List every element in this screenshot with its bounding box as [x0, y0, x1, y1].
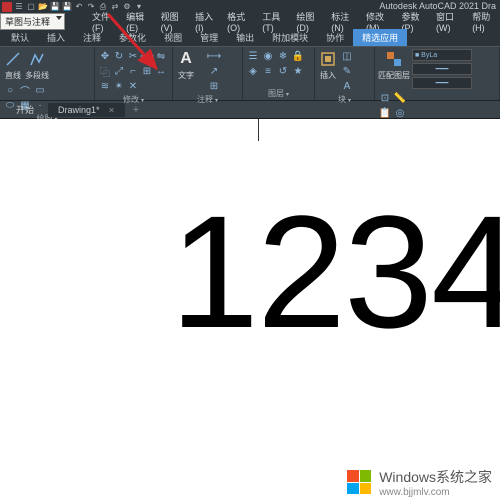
- panel-properties: 匹配图层 ■ ByLa ━━━ ━━━ ⊡ 📏 📋 ◎ 特性▾: [375, 47, 500, 100]
- workspace-label: 草图与注释: [5, 17, 50, 27]
- tab-drawing[interactable]: Drawing1* ✕: [48, 103, 125, 117]
- app-title: Autodesk AutoCAD 2021 Dra: [379, 0, 496, 13]
- layer-match-icon[interactable]: ≡: [261, 64, 275, 78]
- layer-lock-icon[interactable]: 🔒: [291, 49, 305, 63]
- text-icon: A: [176, 49, 196, 69]
- panel-label-block[interactable]: 块▾: [318, 93, 371, 105]
- extend-icon[interactable]: ⟶: [140, 49, 154, 63]
- close-icon[interactable]: ✕: [108, 106, 115, 115]
- new-tab-button[interactable]: +: [129, 104, 143, 116]
- scale-icon[interactable]: ⤢: [112, 64, 126, 78]
- tab-insert[interactable]: 插入: [38, 29, 74, 46]
- windows-logo-icon: [347, 470, 371, 494]
- tab-view[interactable]: 视图: [155, 29, 191, 46]
- color-select[interactable]: ■ ByLa: [412, 49, 472, 61]
- match-props-icon: [384, 49, 404, 69]
- copy-icon[interactable]: ⿻: [98, 64, 112, 78]
- workspace-selector[interactable]: 草图与注释: [0, 13, 65, 30]
- save-icon[interactable]: 💾: [50, 2, 60, 12]
- chevron-down-icon: [56, 16, 62, 20]
- panel-block: 插入 ◫ ✎ A 块▾: [315, 47, 375, 100]
- polyline-icon: [27, 49, 47, 69]
- ribbon: 直线 多段线 ○ ⌒ ▭ ⬭ ▦ · 绘图▾ ✥ ↻ ✂ ⟶ ⇋: [0, 46, 500, 101]
- explode-icon[interactable]: ✴: [112, 79, 126, 93]
- panel-label-annotation[interactable]: 注释▾: [176, 93, 239, 105]
- lineweight-select[interactable]: ━━━: [412, 77, 472, 89]
- dimension-icon[interactable]: ⟼: [198, 49, 230, 63]
- open-icon[interactable]: 📂: [38, 2, 48, 12]
- match-props-button[interactable]: 匹配图层: [378, 49, 410, 81]
- move-icon[interactable]: ✥: [98, 49, 112, 63]
- autocad-logo-icon: [2, 2, 12, 12]
- panel-annotation: A 文字 ⟼ ↗ ⊞ 注释▾: [173, 47, 243, 100]
- circle-icon[interactable]: ○: [3, 83, 17, 97]
- menu-icon[interactable]: ☰: [14, 2, 24, 12]
- panel-label-layers[interactable]: 图层▾: [246, 87, 311, 99]
- layer-state-icon[interactable]: ★: [291, 64, 305, 78]
- panel-layers: ☰ ◉ ❄ 🔒 ◈ ≡ ↺ ★ 图层▾: [243, 47, 315, 100]
- layer-freeze-icon[interactable]: ❄: [276, 49, 290, 63]
- fillet-icon[interactable]: ⌐: [126, 64, 140, 78]
- layer-props-icon[interactable]: ☰: [246, 49, 260, 63]
- saveas-icon[interactable]: 💾: [62, 2, 72, 12]
- arc-icon[interactable]: ⌒: [18, 83, 32, 97]
- watermark-url: www.bjjmlv.com: [379, 487, 492, 498]
- panel-modify: ✥ ↻ ✂ ⟶ ⇋ ⿻ ⤢ ⌐ ⊞ ↔ ≋ ✴ ✕ 修改▾: [95, 47, 173, 100]
- layer-off-icon[interactable]: ◉: [261, 49, 275, 63]
- tab-featured[interactable]: 精选应用: [353, 29, 407, 46]
- new-icon[interactable]: ▢: [26, 2, 36, 12]
- tab-output[interactable]: 输出: [227, 29, 263, 46]
- paste-icon[interactable]: 📋: [378, 106, 392, 120]
- erase-icon[interactable]: ✕: [126, 79, 140, 93]
- watermark-brand: Windows系统之家: [379, 467, 492, 487]
- linetype-select[interactable]: ━━━: [412, 63, 472, 75]
- array-icon[interactable]: ⊞: [140, 64, 154, 78]
- block-insert-icon: [318, 49, 338, 69]
- canvas-text-content: 1234: [170, 180, 500, 364]
- menu-bar: 文件(F) 编辑(E) 视图(V) 插入(I) 格式(O) 工具(T) 绘图(D…: [0, 13, 500, 29]
- tab-addins[interactable]: 附加模块: [263, 29, 317, 46]
- panel-draw: 直线 多段线 ○ ⌒ ▭ ⬭ ▦ · 绘图▾: [0, 47, 95, 100]
- tab-start[interactable]: 开始: [6, 101, 44, 118]
- line-icon: [3, 49, 23, 69]
- block-edit-icon[interactable]: ✎: [340, 64, 354, 78]
- leader-icon[interactable]: ↗: [198, 64, 230, 78]
- tab-default[interactable]: 默认: [2, 29, 38, 46]
- measure-icon[interactable]: 📏: [393, 91, 407, 105]
- text-cursor: [258, 119, 259, 141]
- tab-manage[interactable]: 管理: [191, 29, 227, 46]
- mirror-icon[interactable]: ⇋: [154, 49, 168, 63]
- layer-iso-icon[interactable]: ◈: [246, 64, 260, 78]
- trim-icon[interactable]: ✂: [126, 49, 140, 63]
- rotate-icon[interactable]: ↻: [112, 49, 126, 63]
- undo-icon[interactable]: ↶: [74, 2, 84, 12]
- layer-prev-icon[interactable]: ↺: [276, 64, 290, 78]
- insert-block-button[interactable]: 插入: [318, 49, 338, 81]
- offset-icon[interactable]: ≋: [98, 79, 112, 93]
- block-attr-icon[interactable]: A: [340, 79, 354, 93]
- text-button[interactable]: A 文字: [176, 49, 196, 81]
- stretch-icon[interactable]: ↔: [154, 64, 168, 78]
- line-button[interactable]: 直线: [3, 49, 23, 81]
- base-icon[interactable]: ◎: [393, 106, 407, 120]
- tab-annotate[interactable]: 注释: [74, 29, 110, 46]
- rect-icon[interactable]: ▭: [33, 83, 47, 97]
- tab-collaborate[interactable]: 协作: [317, 29, 353, 46]
- watermark-footer: Windows系统之家 www.bjjmlv.com: [0, 464, 500, 500]
- table-icon[interactable]: ⊞: [198, 79, 230, 93]
- group-icon[interactable]: ⊡: [378, 91, 392, 105]
- polyline-button[interactable]: 多段线: [25, 49, 49, 81]
- tab-parametric[interactable]: 参数化: [110, 29, 155, 46]
- block-create-icon[interactable]: ◫: [340, 49, 354, 63]
